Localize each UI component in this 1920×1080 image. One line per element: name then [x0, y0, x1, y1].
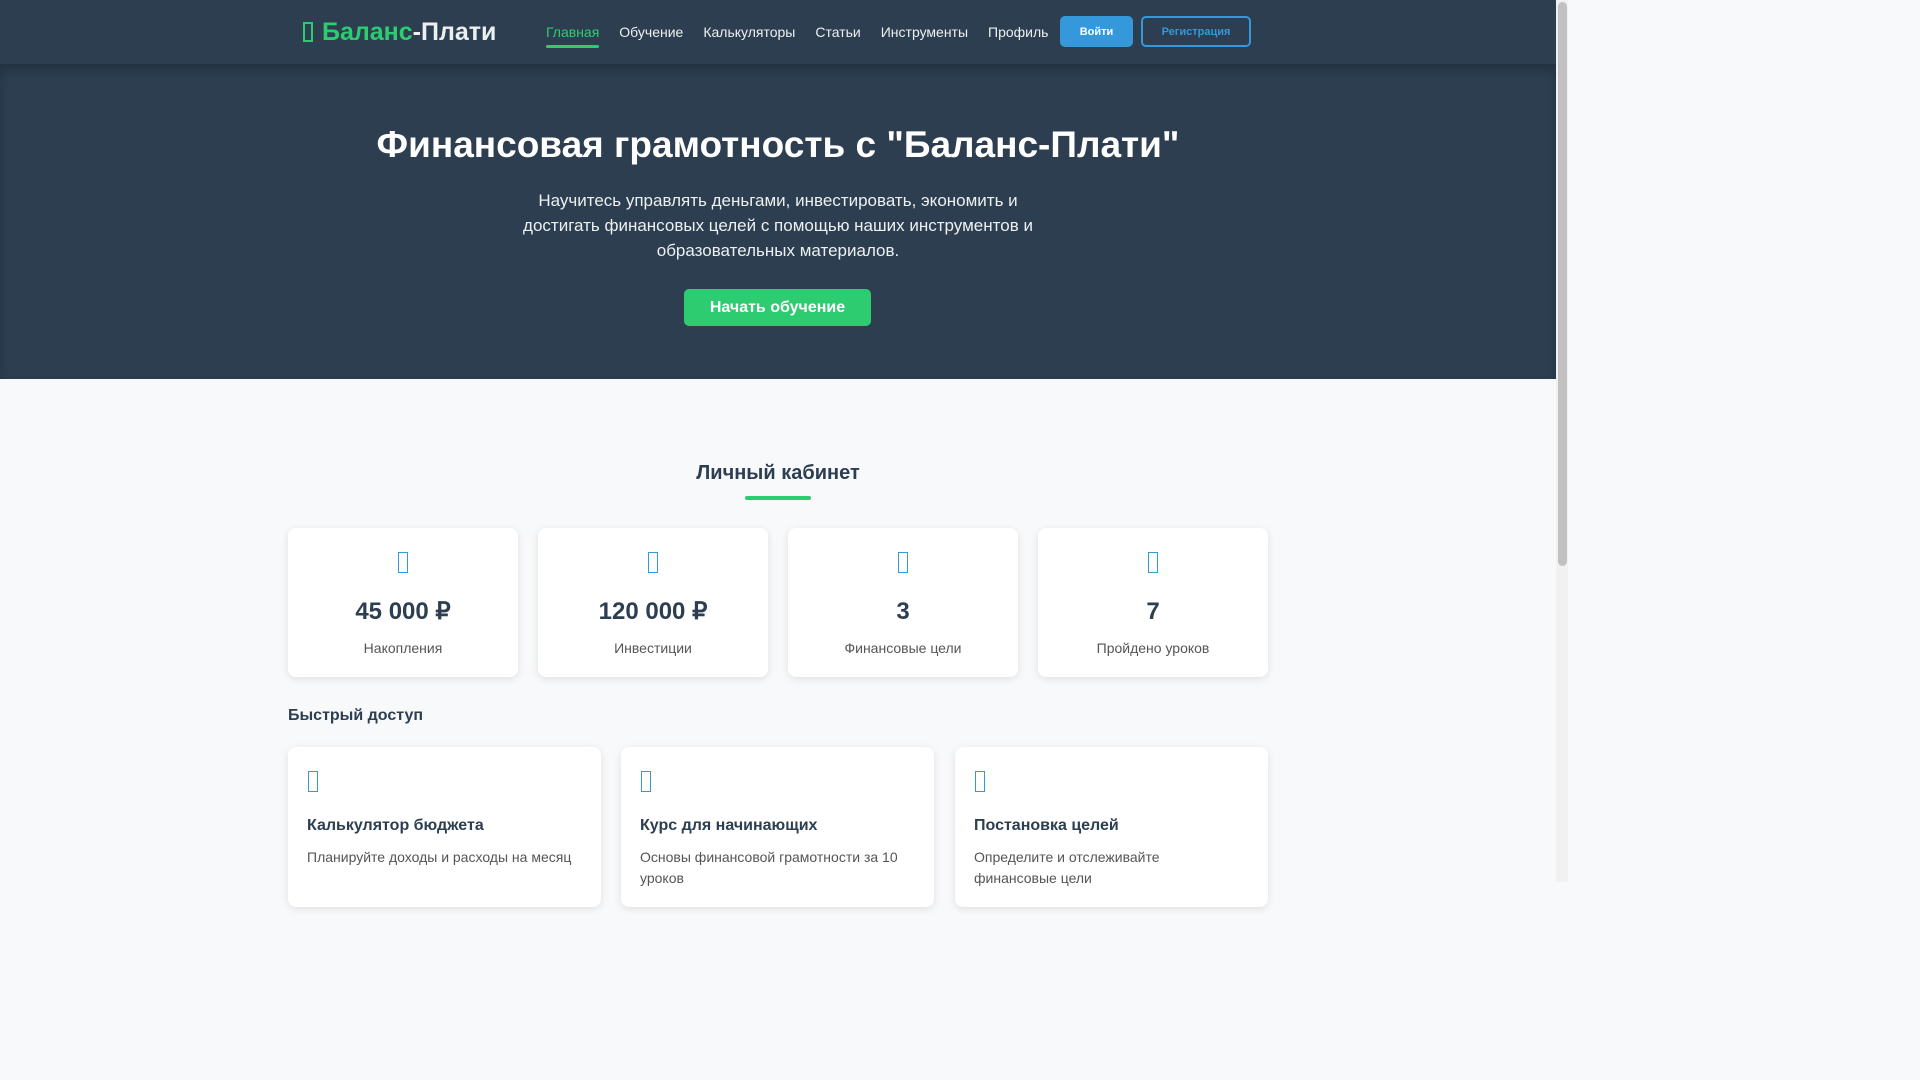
quick-card-title: Калькулятор бюджета [307, 817, 484, 834]
dashboard-title: Личный кабинет [696, 462, 860, 484]
quick-card-desc: Основы финансовой грамотности за 10 урок… [640, 849, 898, 886]
quick-card-budget-calculator[interactable]: Калькулятор бюджета Планируйте доходы и … [288, 747, 601, 907]
quick-card-title: Постановка целей [974, 817, 1119, 834]
hero-title: Финансовая грамотность с "Баланс-Плати" [376, 124, 1180, 165]
stat-value: 45 000 ₽ [355, 598, 451, 625]
stat-label: Финансовые цели [844, 640, 962, 656]
stat-label: Накопления [363, 640, 443, 656]
stat-label: Инвестиции [614, 640, 692, 656]
page-scrollbar[interactable] [1556, 0, 1568, 882]
logo-accent-text: Баланс [322, 18, 413, 46]
quick-card-title: Курс для начинающих [640, 817, 818, 834]
stat-card-lessons: 7 Пройдено уроков [1038, 528, 1268, 677]
stat-value: 3 [896, 598, 910, 625]
quick-card-goal-setting[interactable]: Постановка целей Определите и отслеживай… [955, 747, 1268, 907]
site-header: Баланс-Плати Главная Обучение Калькулято… [0, 0, 1556, 64]
login-button[interactable]: Войти [1060, 16, 1133, 47]
nav-link-articles[interactable]: Статьи [815, 0, 860, 64]
scrollbar-thumb[interactable] [1558, 2, 1567, 566]
nav-link-learning[interactable]: Обучение [619, 0, 683, 64]
register-button[interactable]: Регистрация [1141, 16, 1251, 47]
hero-subtitle: Научитесь управлять деньгами, инвестиров… [523, 191, 1033, 260]
stat-card-goals: 3 Финансовые цели [788, 528, 1018, 677]
chart-line-icon [648, 552, 658, 573]
hero-section: Финансовая грамотность с "Баланс-Плати" … [0, 64, 1556, 379]
quick-card-desc: Определите и отслеживайте финансовые цел… [974, 849, 1160, 886]
stat-card-investments: 120 000 ₽ Инвестиции [538, 528, 768, 677]
bullseye-icon [898, 552, 908, 573]
graduation-cap-icon [1148, 552, 1158, 573]
book-icon [641, 771, 651, 792]
nav-link-home[interactable]: Главная [546, 0, 600, 64]
stat-value: 120 000 ₽ [598, 598, 708, 625]
piggy-bank-icon [398, 552, 408, 573]
quick-access-title: Быстрый доступ [288, 707, 424, 724]
nav-link-profile[interactable]: Профиль [988, 0, 1048, 64]
start-learning-button[interactable]: Начать обучение [684, 289, 871, 326]
quick-card-beginner-course[interactable]: Курс для начинающих Основы финансовой гр… [621, 747, 934, 907]
stat-label: Пройдено уроков [1096, 640, 1210, 656]
main-nav: Главная Обучение Калькуляторы Статьи Инс… [546, 0, 1068, 64]
logo-rest-text: -Плати [412, 18, 497, 46]
stat-value: 7 [1146, 598, 1160, 625]
stat-card-savings: 45 000 ₽ Накопления [288, 528, 518, 677]
wallet-icon [303, 22, 313, 42]
section-underline [745, 496, 811, 500]
flag-icon [975, 771, 985, 792]
quick-card-desc: Планируйте доходы и расходы на месяц [307, 849, 572, 865]
calculator-icon [308, 771, 318, 792]
logo[interactable]: Баланс-Плати [303, 16, 496, 48]
nav-link-tools[interactable]: Инструменты [881, 0, 968, 64]
nav-link-calculators[interactable]: Калькуляторы [703, 0, 795, 64]
